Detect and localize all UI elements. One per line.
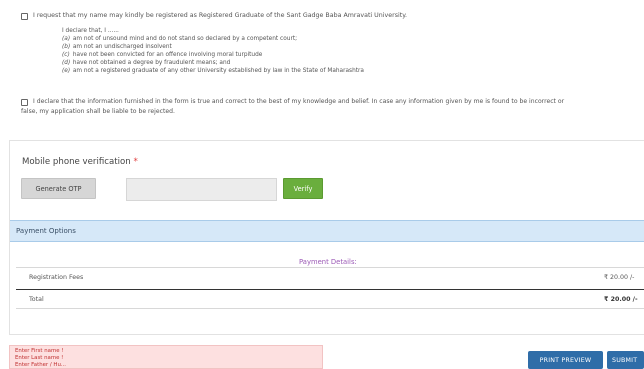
generate-otp-button[interactable]: Generate OTP: [21, 178, 96, 199]
declaration-item: (d) have not obtained a degree by fraudu…: [62, 60, 230, 68]
declaration-item-text: am not a registered graduate of any othe…: [72, 68, 364, 74]
total-amount: ₹ 20.00 /-: [604, 296, 638, 303]
print-preview-button[interactable]: PRINT PREVIEW: [528, 351, 603, 369]
declaration-item-text: am not of unsound mind and do not stand …: [72, 36, 298, 42]
required-marker: *: [133, 157, 138, 167]
verify-button[interactable]: Verify: [283, 178, 323, 199]
payment-options-header: Payment Options: [10, 220, 644, 242]
declaration-item: (e) am not a registered graduate of any …: [62, 68, 364, 76]
declaration-item-text: am not an undischarged insolvent: [72, 44, 172, 50]
payment-bottom-rule: [16, 308, 644, 309]
payment-options-title: Payment Options: [16, 227, 76, 235]
registration-fees-amount: ₹ 20.00 /-: [604, 274, 635, 281]
declaration-marker: (d): [62, 60, 71, 66]
registration-request-checkbox[interactable]: [21, 13, 28, 20]
declaration-item-text: have not obtained a degree by fraudulent…: [72, 60, 231, 66]
information-true-checkbox[interactable]: [21, 99, 28, 106]
submit-button[interactable]: SUBMIT: [607, 351, 644, 369]
total-label: Total: [29, 296, 44, 303]
declaration-item: (c) have not been convicted for an offen…: [62, 52, 262, 60]
validation-errors-box: Enter First name ! Enter Last name ! Ent…: [9, 345, 323, 369]
payment-top-rule: [16, 267, 644, 268]
otp-input[interactable]: [126, 178, 277, 201]
registration-request-text: I request that my name may kindly be reg…: [33, 12, 408, 19]
error-message: Enter Last name !: [15, 355, 64, 361]
declaration-marker: (e): [62, 68, 71, 74]
payment-total-rule: [16, 289, 644, 290]
error-message: Enter First name !: [15, 348, 64, 354]
declaration-item: (a) am not of unsound mind and do not st…: [62, 36, 297, 44]
declaration-intro: I declare that, I ......: [62, 28, 119, 34]
payment-details-title: Payment Details:: [299, 258, 357, 266]
error-message: Enter Father / Hu...: [15, 362, 67, 368]
declaration-item: (b) am not an undischarged insolvent: [62, 44, 172, 52]
declaration-marker: (a): [62, 36, 71, 42]
declaration-marker: (c): [62, 52, 70, 58]
information-true-text-cont: false, my application shall be liable to…: [21, 108, 175, 115]
mobile-verification-label-text: Mobile phone verification: [22, 157, 131, 167]
information-true-text: I declare that the information furnished…: [33, 98, 565, 105]
declaration-marker: (b): [62, 44, 71, 50]
verification-payment-panel: Mobile phone verification * Generate OTP…: [9, 140, 644, 335]
registration-fees-label: Registration Fees: [29, 274, 84, 281]
mobile-verification-label: Mobile phone verification *: [22, 157, 138, 167]
declaration-item-text: have not been convicted for an offence i…: [72, 52, 263, 58]
